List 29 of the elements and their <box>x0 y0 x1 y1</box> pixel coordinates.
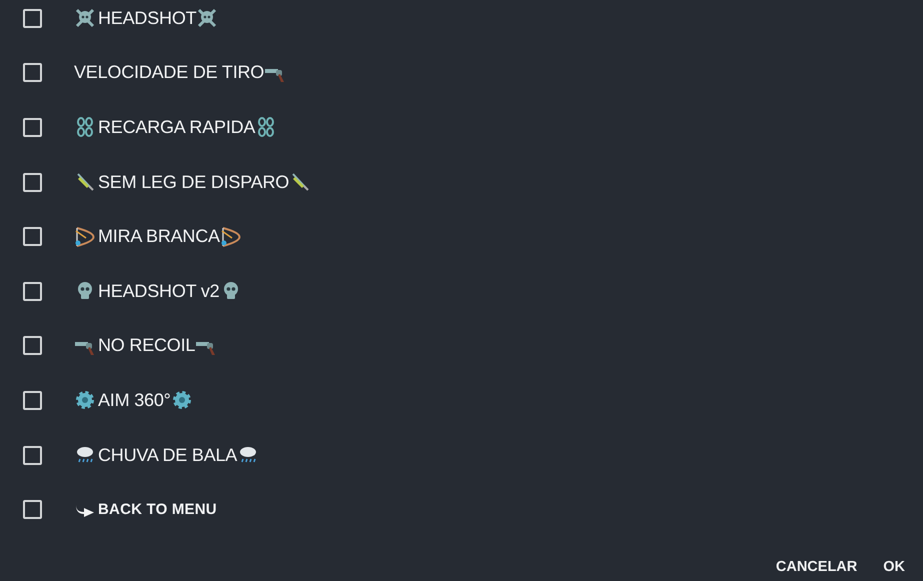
option-label: NO RECOIL <box>98 335 196 356</box>
skull-crossbones-icon <box>196 7 218 30</box>
option-label: VELOCIDADE DE TIRO <box>74 62 264 84</box>
option-label: SEM LEG DE DISPARO <box>98 172 290 193</box>
option-label: CHUVA DE BALA <box>98 444 238 466</box>
checkbox[interactable] <box>23 172 42 192</box>
checkbox[interactable] <box>23 390 42 410</box>
bow-icon <box>74 226 96 248</box>
checkbox[interactable] <box>23 446 42 465</box>
option-label: AIM 360° <box>98 390 171 411</box>
gear-icon <box>170 389 193 412</box>
bow-icon <box>220 226 242 248</box>
checkbox[interactable] <box>23 336 42 356</box>
checkbox[interactable] <box>23 500 42 520</box>
checkbox[interactable] <box>23 227 42 246</box>
skull-crossbones-icon <box>74 7 96 30</box>
option-label: RECARGA RAPIDA <box>98 116 256 138</box>
checkbox[interactable] <box>23 118 42 137</box>
option-label: HEADSHOT v2 <box>98 280 220 302</box>
option-label: HEADSHOT <box>98 8 196 29</box>
checkbox[interactable] <box>23 63 42 82</box>
checkbox[interactable] <box>23 282 42 301</box>
gear-icon <box>74 389 96 412</box>
ok-button[interactable]: OK <box>873 555 915 579</box>
cancel-button[interactable]: CANCELAR <box>766 555 868 579</box>
option-label: MIRA BRANCA <box>98 226 220 248</box>
checkbox[interactable] <box>23 8 42 28</box>
option-label: BACK TO MENU <box>98 501 217 518</box>
chain-icon <box>74 116 96 138</box>
